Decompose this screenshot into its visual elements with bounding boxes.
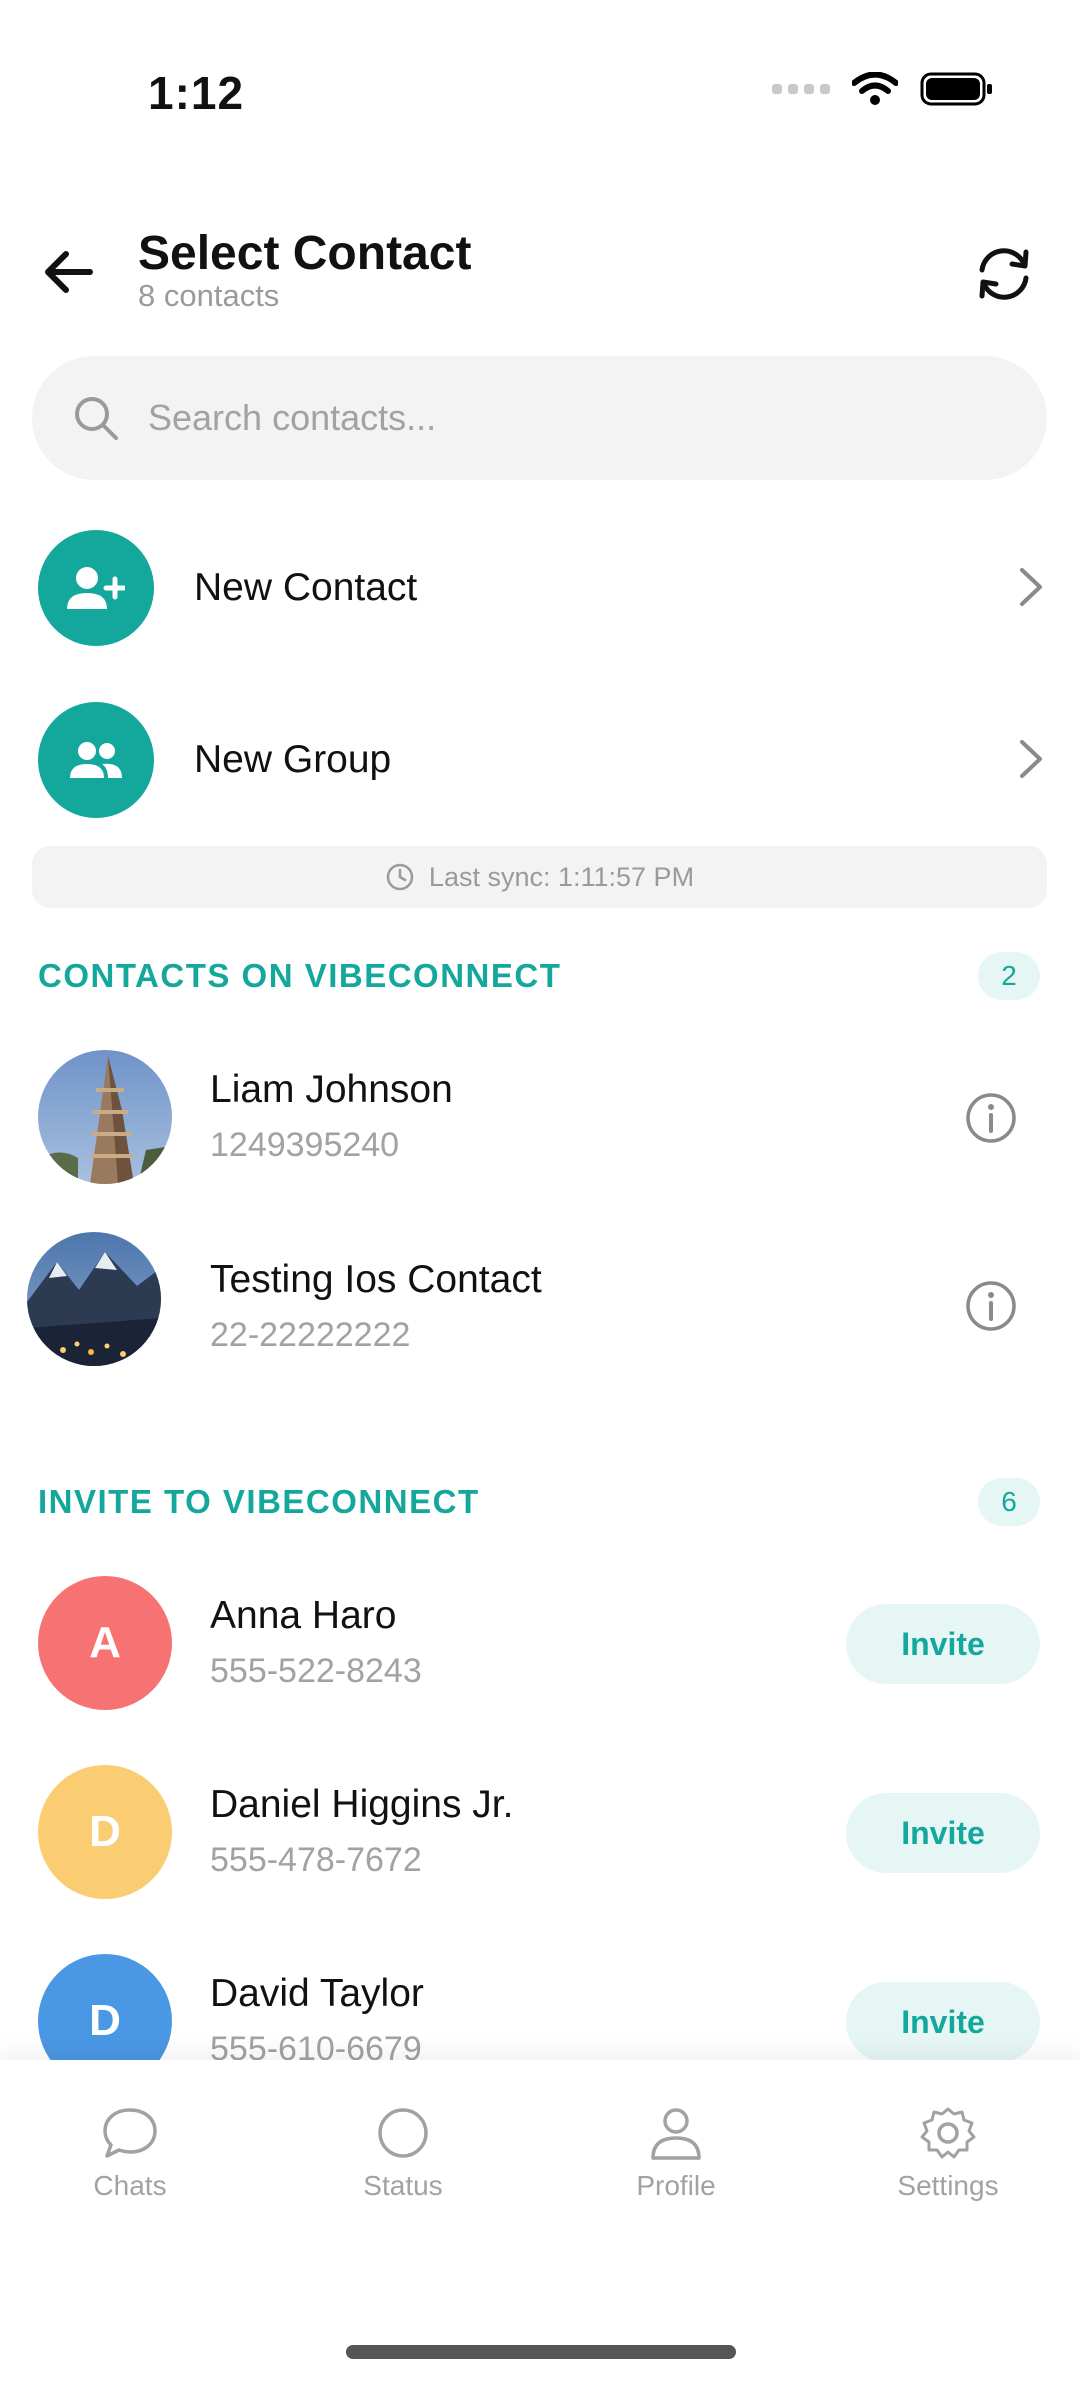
- mountain-photo: [27, 1232, 161, 1366]
- group-icon: [70, 742, 122, 778]
- status-icons: [772, 72, 994, 106]
- temple-photo: [38, 1050, 172, 1184]
- new-group-label: New Group: [194, 738, 392, 781]
- contact-row[interactable]: A Anna Haro 555-522-8243 Invite: [0, 1548, 1080, 1736]
- status-time: 1:12: [148, 67, 245, 119]
- chevron-right-icon: [1020, 568, 1042, 606]
- tab-label: Profile: [636, 2170, 716, 2201]
- wifi-icon: [852, 72, 898, 105]
- sync-button[interactable]: [964, 234, 1044, 314]
- app-header: Select Contact 8 contacts: [0, 210, 1080, 330]
- contact-phone: 1249395240: [210, 1126, 400, 1164]
- section-title: INVITE TO VIBECONNECT: [38, 1483, 480, 1520]
- tab-chats[interactable]: Chats: [30, 2106, 230, 2202]
- page-title: Select Contact: [138, 227, 472, 280]
- invite-button[interactable]: Invite: [846, 1604, 1040, 1684]
- count-badge: 2: [978, 952, 1040, 1000]
- new-group-avatar: [38, 702, 154, 818]
- contact-name: David Taylor: [210, 1972, 424, 2015]
- tab-label: Chats: [93, 2170, 167, 2201]
- count-badge: 6: [978, 1478, 1040, 1526]
- new-contact-row[interactable]: New Contact: [0, 508, 1080, 668]
- search-bar: [32, 356, 1047, 480]
- chat-icon: [103, 2108, 157, 2158]
- contact-avatar-initial: A: [38, 1576, 172, 1710]
- section-title: CONTACTS ON VIBECONNECT: [38, 957, 562, 994]
- tab-label: Status: [363, 2170, 443, 2201]
- profile-icon: [651, 2108, 701, 2160]
- tab-settings[interactable]: Settings: [848, 2106, 1048, 2202]
- back-button[interactable]: [36, 240, 100, 304]
- contact-row[interactable]: D Daniel Higgins Jr. 555-478-7672 Invite: [0, 1737, 1080, 1925]
- person-add-icon: [67, 567, 125, 609]
- contact-avatar-photo: [38, 1050, 172, 1184]
- search-icon: [75, 397, 118, 440]
- contact-row[interactable]: Liam Johnson 1249395240: [0, 1024, 1080, 1212]
- new-contact-avatar: [38, 530, 154, 646]
- clock-icon: [386, 863, 414, 891]
- info-icon[interactable]: [964, 1279, 1018, 1333]
- status-icon: [378, 2108, 428, 2158]
- contact-name: Testing Ios Contact: [210, 1258, 542, 1301]
- last-sync-text: Last sync: 1:11:57 PM: [428, 861, 695, 892]
- settings-icon: [920, 2107, 976, 2159]
- section-header-invite: INVITE TO VIBECONNECT 6: [0, 1472, 1080, 1532]
- invite-button[interactable]: Invite: [846, 1982, 1040, 2062]
- home-indicator[interactable]: [346, 2345, 736, 2359]
- contact-phone: 555-522-8243: [210, 1652, 422, 1690]
- invite-button[interactable]: Invite: [846, 1793, 1040, 1873]
- contact-row[interactable]: Testing Ios Contact 22-22222222: [0, 1212, 1080, 1400]
- section-header-on-app: CONTACTS ON VIBECONNECT 2: [0, 946, 1080, 1006]
- contact-count-subtitle: 8 contacts: [138, 278, 280, 313]
- contact-name: Daniel Higgins Jr.: [210, 1783, 514, 1826]
- status-bar: 1:12: [0, 0, 1080, 190]
- tab-status[interactable]: Status: [303, 2106, 503, 2202]
- arrow-left-icon: [45, 251, 93, 293]
- signal-icon: [772, 84, 830, 94]
- contact-avatar-initial: D: [38, 1765, 172, 1899]
- new-group-row[interactable]: New Group: [0, 680, 1080, 840]
- new-contact-label: New Contact: [194, 566, 418, 609]
- last-sync-banner: Last sync: 1:11:57 PM: [32, 846, 1047, 908]
- battery-icon: [920, 72, 992, 106]
- contact-avatar-photo: [27, 1232, 161, 1366]
- info-icon[interactable]: [964, 1091, 1018, 1145]
- tab-profile[interactable]: Profile: [576, 2106, 776, 2202]
- tab-label: Settings: [897, 2170, 999, 2201]
- contact-phone: 22-22222222: [210, 1316, 411, 1354]
- contact-name: Liam Johnson: [210, 1068, 453, 1111]
- contact-phone: 555-478-7672: [210, 1841, 422, 1879]
- refresh-icon: [979, 248, 1029, 300]
- search-input[interactable]: [148, 356, 1008, 480]
- contact-name: Anna Haro: [210, 1594, 397, 1637]
- chevron-right-icon: [1020, 740, 1042, 778]
